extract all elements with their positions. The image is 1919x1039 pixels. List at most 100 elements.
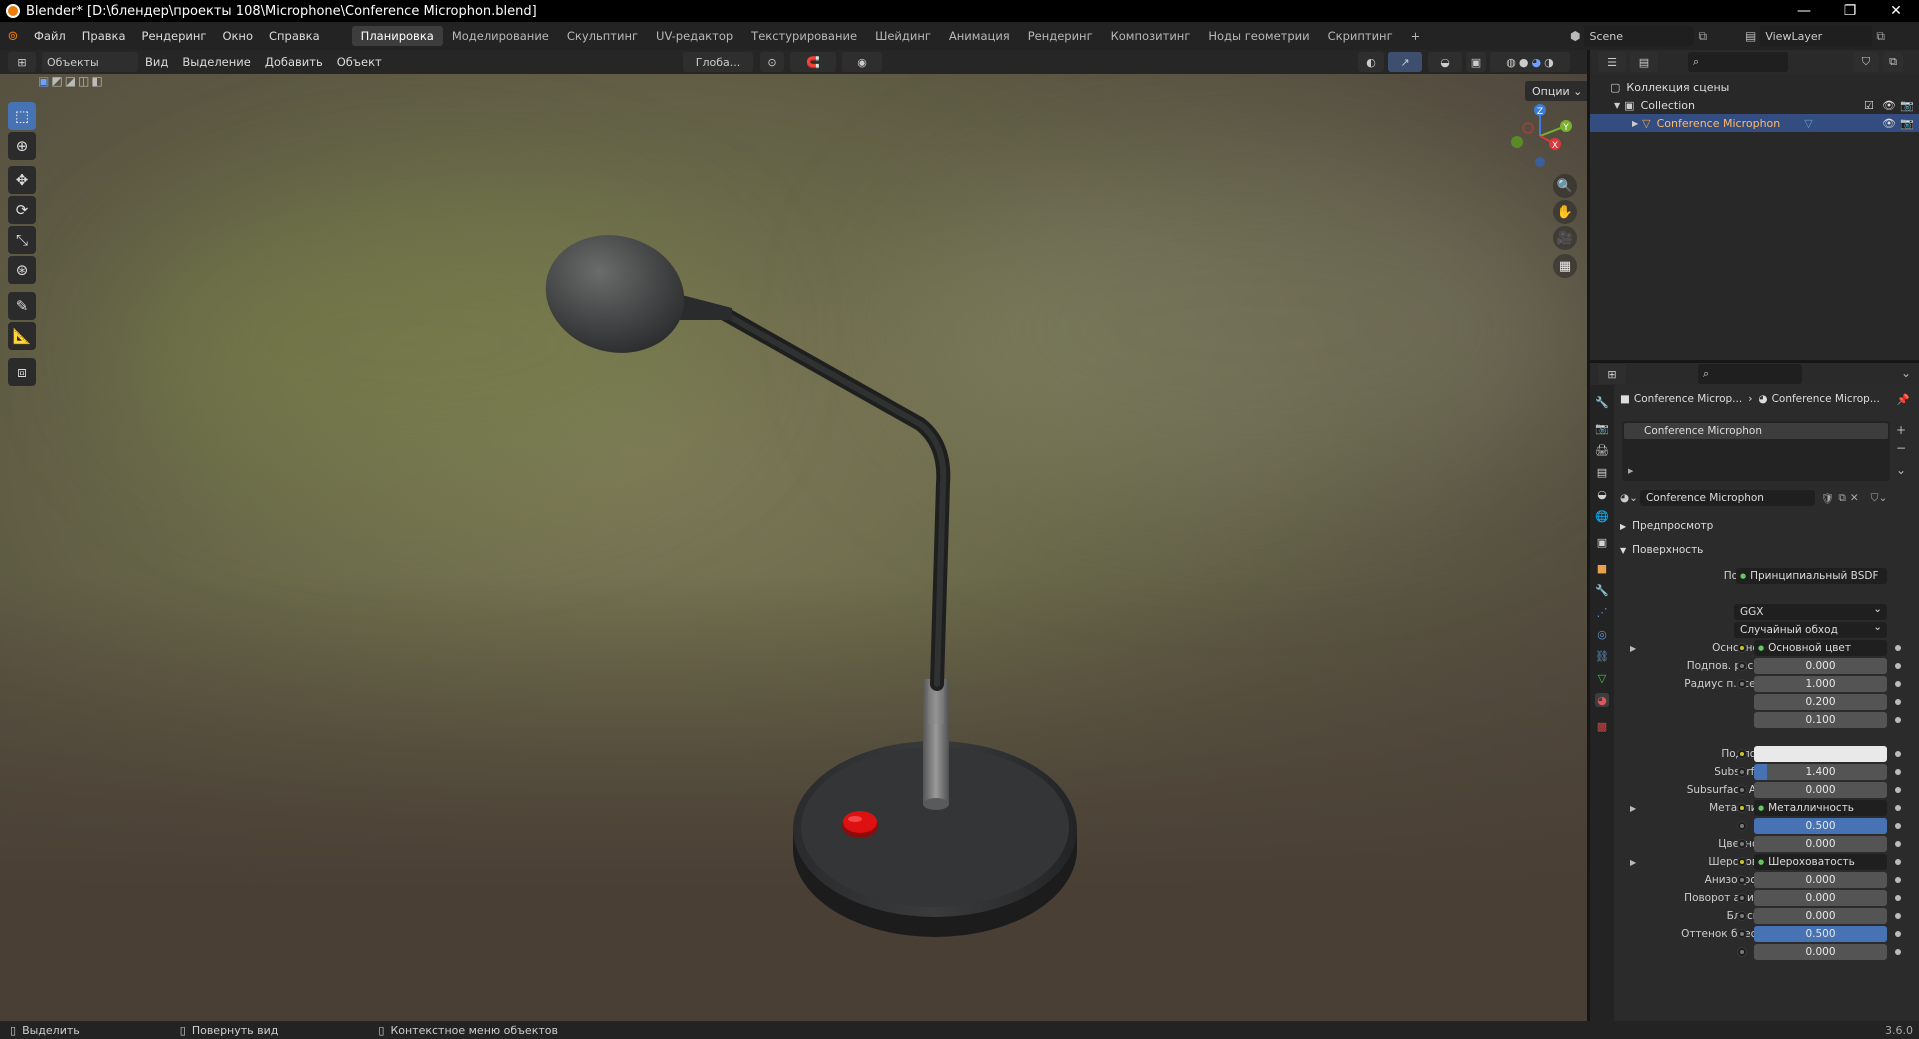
linked-input-field[interactable]: Шероховатость bbox=[1754, 854, 1887, 870]
blender-menu-icon[interactable]: ⊚ bbox=[0, 29, 26, 44]
keyframe-dot-icon[interactable] bbox=[1895, 787, 1901, 793]
keyframe-dot-icon[interactable] bbox=[1895, 949, 1901, 955]
outliner-search-input[interactable]: ⌕ bbox=[1688, 52, 1788, 72]
rendered-shading-icon[interactable]: ◑ bbox=[1544, 56, 1554, 69]
keyframe-dot-icon[interactable] bbox=[1895, 717, 1901, 723]
select-intersect-icon[interactable]: ◧ bbox=[91, 74, 102, 90]
tab-scripting[interactable]: Скриптинг bbox=[1319, 26, 1402, 46]
socket-link-icon[interactable] bbox=[1737, 929, 1747, 939]
material-shading-icon[interactable]: ◕ bbox=[1532, 56, 1542, 69]
add-workspace-button[interactable]: + bbox=[1402, 26, 1430, 46]
keyframe-dot-icon[interactable] bbox=[1895, 931, 1901, 937]
select-extend-icon[interactable]: ◩ bbox=[51, 74, 62, 90]
material-link-icon[interactable]: ⛉⌄ bbox=[1871, 492, 1888, 505]
ortho-toggle-icon[interactable]: ▦ bbox=[1553, 254, 1577, 278]
scene-new-icon[interactable]: ⧉ bbox=[1698, 29, 1707, 44]
outliner-scene-collection[interactable]: ▢ Коллекция сцены bbox=[1590, 78, 1919, 96]
select-invert-icon[interactable]: ◫ bbox=[78, 74, 89, 90]
socket-link-icon[interactable] bbox=[1737, 875, 1747, 885]
annotate-tool-icon[interactable]: ✎ bbox=[8, 292, 36, 320]
numeric-field[interactable]: 0.200 bbox=[1754, 694, 1887, 710]
tab-modeling[interactable]: Моделирование bbox=[443, 26, 558, 46]
select-subtract-icon[interactable]: ◪ bbox=[65, 74, 76, 90]
socket-link-icon[interactable] bbox=[1737, 679, 1747, 689]
texture-tab-icon[interactable]: ▩ bbox=[1595, 719, 1609, 733]
render-camera-icon[interactable]: 📷 bbox=[1900, 117, 1914, 130]
expand-arrow-icon[interactable]: ▼ bbox=[1620, 546, 1626, 555]
view-layer-selector[interactable]: ViewLayer bbox=[1760, 26, 1873, 46]
socket-link-icon[interactable] bbox=[1737, 839, 1747, 849]
measure-tool-icon[interactable]: 📐 bbox=[8, 322, 36, 350]
constraints-tab-icon[interactable]: ⛓ bbox=[1595, 649, 1609, 663]
socket-link-icon[interactable] bbox=[1737, 803, 1747, 813]
proportional-edit-icon[interactable]: ◉ bbox=[842, 52, 882, 72]
keyframe-dot-icon[interactable] bbox=[1895, 805, 1901, 811]
camera-view-icon[interactable]: 🎥 bbox=[1553, 226, 1577, 250]
world-tab-icon[interactable]: 🌐 bbox=[1595, 509, 1609, 523]
object-tab-icon[interactable]: ■ bbox=[1595, 561, 1609, 575]
menu-file[interactable]: Файл bbox=[26, 29, 74, 43]
socket-link-icon[interactable] bbox=[1737, 947, 1747, 957]
mode-selector[interactable]: Объекты bbox=[42, 52, 138, 72]
keyframe-dot-icon[interactable] bbox=[1895, 859, 1901, 865]
keyframe-dot-icon[interactable] bbox=[1895, 841, 1901, 847]
outliner-collection-row[interactable]: ▼ ▣ Collection ☑ 👁 📷 bbox=[1590, 96, 1919, 114]
move-tool-icon[interactable]: ✥ bbox=[8, 166, 36, 194]
color-swatch[interactable] bbox=[1754, 746, 1887, 762]
socket-link-icon[interactable] bbox=[1737, 767, 1747, 777]
preview-panel-header[interactable]: ▶ Предпросмотр bbox=[1620, 517, 1915, 535]
visibility-eye-icon[interactable]: 👁 bbox=[1882, 99, 1896, 112]
collapse-arrow-icon[interactable]: ▶ bbox=[1620, 522, 1626, 531]
outliner-editor-type-icon[interactable]: ☰ bbox=[1598, 52, 1626, 72]
tool-tab-icon[interactable]: 🔧 bbox=[1595, 395, 1609, 409]
menu-add[interactable]: Добавить bbox=[258, 55, 330, 69]
tab-compositing[interactable]: Композитинг bbox=[1102, 26, 1200, 46]
keyframe-dot-icon[interactable] bbox=[1895, 699, 1901, 705]
socket-link-icon[interactable] bbox=[1737, 785, 1747, 795]
tab-rendering[interactable]: Рендеринг bbox=[1019, 26, 1102, 46]
numeric-field[interactable]: 0.100 bbox=[1754, 712, 1887, 728]
wireframe-shading-icon[interactable]: ◍ bbox=[1506, 56, 1516, 69]
keyframe-dot-icon[interactable] bbox=[1895, 645, 1901, 651]
slot-specials-icon[interactable]: ⌄ bbox=[1896, 463, 1906, 477]
menu-view[interactable]: Вид bbox=[138, 55, 175, 69]
view-layer-tab-icon[interactable]: ▤ bbox=[1595, 465, 1609, 479]
add-slot-icon[interactable]: + bbox=[1896, 423, 1906, 437]
3d-viewport[interactable]: ▣ ◩ ◪ ◫ ◧ Опции ⌄ ⬚ ⊕ ✥ ⟳ ⤡ ⊛ ✎ 📐 ⧈ Z Y … bbox=[0, 74, 1587, 1021]
output-tab-icon[interactable]: 🖨 bbox=[1595, 443, 1609, 457]
menu-edit[interactable]: Правка bbox=[74, 29, 134, 43]
menu-select[interactable]: Выделение bbox=[175, 55, 258, 69]
exclude-checkbox[interactable]: ☑ bbox=[1864, 99, 1874, 112]
outliner-object-row[interactable]: ▶ ▽ Conference Microphon ▽ 👁 📷 bbox=[1590, 114, 1919, 132]
view-layer-new-icon[interactable]: ⧉ bbox=[1876, 29, 1885, 44]
visibility-icon[interactable]: ◐ bbox=[1358, 52, 1384, 72]
editor-type-icon[interactable]: ⊞ bbox=[8, 52, 36, 72]
numeric-field[interactable]: 0.000 bbox=[1754, 658, 1887, 674]
keyframe-dot-icon[interactable] bbox=[1895, 877, 1901, 883]
keyframe-dot-icon[interactable] bbox=[1895, 895, 1901, 901]
numeric-field[interactable]: 0.000 bbox=[1754, 944, 1887, 960]
expand-arrow-icon[interactable]: ▶ bbox=[1630, 644, 1636, 653]
material-tab-icon[interactable]: ◕ bbox=[1595, 693, 1609, 707]
surface-shader-field[interactable]: Принципиальный BSDF bbox=[1736, 568, 1887, 584]
transform-tool-icon[interactable]: ⊛ bbox=[8, 256, 36, 284]
menu-window[interactable]: Окно bbox=[214, 29, 261, 43]
tab-uv-editing[interactable]: UV-редактор bbox=[647, 26, 742, 46]
numeric-field[interactable]: 0.000 bbox=[1754, 908, 1887, 924]
remove-slot-icon[interactable]: − bbox=[1896, 441, 1906, 455]
socket-link-icon[interactable] bbox=[1737, 749, 1747, 759]
new-collection-icon[interactable]: ⧉ bbox=[1883, 52, 1903, 72]
socket-link-icon[interactable] bbox=[1737, 661, 1747, 671]
expand-arrow-icon[interactable]: ▶ bbox=[1632, 119, 1638, 128]
cursor-tool-icon[interactable]: ⊕ bbox=[8, 132, 36, 160]
properties-search-input[interactable]: ⌕ bbox=[1698, 364, 1802, 384]
overlays-icon[interactable]: ◒ bbox=[1428, 52, 1462, 72]
distribution-select[interactable]: GGX bbox=[1734, 601, 1887, 620]
shading-modes[interactable]: ◍ ● ◕ ◑ bbox=[1490, 52, 1570, 72]
snap-icon[interactable]: 🧲 bbox=[790, 52, 836, 72]
close-button[interactable]: ✕ bbox=[1873, 0, 1919, 22]
numeric-field[interactable]: 0.000 bbox=[1754, 872, 1887, 888]
pin-icon[interactable]: 📌 bbox=[1897, 393, 1910, 406]
tab-sculpting[interactable]: Скульптинг bbox=[558, 26, 647, 46]
numeric-field[interactable]: 1.400 bbox=[1754, 764, 1887, 780]
